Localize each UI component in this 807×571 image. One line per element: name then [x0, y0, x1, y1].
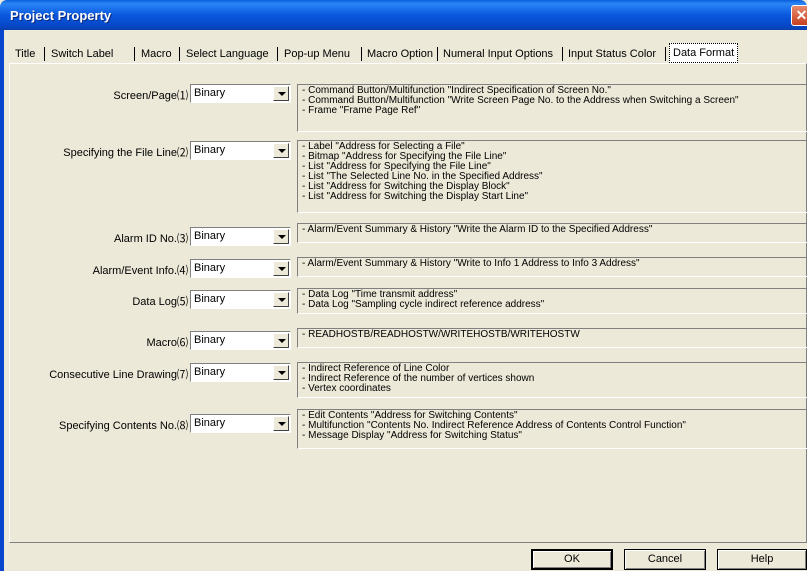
tab-strip: Title Switch Label Macro Select Language… [9, 43, 807, 65]
select-value: Binary [194, 366, 226, 378]
select-value: Binary [194, 293, 226, 305]
alarm-id-description: - Alarm/Event Summary & History "Write t… [297, 223, 807, 243]
ok-button[interactable]: OK [531, 549, 613, 570]
tab-separator [44, 47, 45, 61]
window-frame-left [0, 30, 4, 571]
window-title: Project Property [10, 8, 112, 23]
tab-separator [437, 47, 438, 61]
row-label-line-drawing: Consecutive Line Drawing⑺ [49, 369, 188, 381]
row-label-macro: Macro⑹ [146, 337, 188, 349]
tab-input-status-color[interactable]: Input Status Color [566, 45, 658, 63]
chevron-down-icon[interactable] [273, 292, 289, 307]
contents-no-description: - Edit Contents "Address for Switching C… [297, 409, 807, 449]
macro-description: - READHOSTB/READHOSTW/WRITEHOSTB/WRITEHO… [297, 328, 807, 348]
tab-macro[interactable]: Macro [139, 45, 174, 63]
chevron-down-icon[interactable] [273, 229, 289, 244]
select-value: Binary [194, 230, 226, 242]
tab-macro-option[interactable]: Macro Option [365, 45, 435, 63]
tab-title[interactable]: Title [13, 45, 37, 63]
line-drawing-format-select[interactable]: Binary [190, 363, 291, 382]
screen-page-description: - Command Button/Multifunction "Indirect… [297, 84, 807, 132]
screen-page-format-select[interactable]: Binary [190, 84, 291, 103]
row-label-data-log: Data Log⑸ [132, 296, 188, 308]
description-line: - Alarm/Event Summary & History "Write t… [302, 258, 640, 269]
line-drawing-description: - Indirect Reference of Line Color - Ind… [297, 362, 807, 398]
close-icon: ✕ [795, 7, 807, 23]
chevron-down-icon[interactable] [273, 261, 289, 276]
description-line: - Vertex coordinates [302, 383, 391, 394]
help-button[interactable]: Help [717, 549, 807, 570]
tab-data-format[interactable]: Data Format [669, 43, 739, 63]
file-line-description: - Label "Address for Selecting a File" -… [297, 140, 807, 213]
description-line: - READHOSTB/READHOSTW/WRITEHOSTB/WRITEHO… [302, 329, 580, 340]
tab-separator [179, 47, 180, 61]
row-label-screen-page: Screen/Page⑴ [113, 90, 188, 102]
macro-format-select[interactable]: Binary [190, 331, 291, 350]
contents-no-format-select[interactable]: Binary [190, 414, 291, 433]
alarm-event-info-format-select[interactable]: Binary [190, 259, 291, 278]
chevron-down-icon[interactable] [273, 143, 289, 158]
description-line: - Data Log "Sampling cycle indirect refe… [302, 299, 545, 310]
chevron-down-icon[interactable] [273, 365, 289, 380]
chevron-down-icon[interactable] [273, 86, 289, 101]
select-value: Binary [194, 144, 226, 156]
tab-select-language[interactable]: Select Language [184, 45, 271, 63]
chevron-down-icon[interactable] [273, 333, 289, 348]
title-bar: Project Property [0, 0, 807, 30]
cancel-button[interactable]: Cancel [624, 549, 706, 570]
chevron-down-icon[interactable] [273, 416, 289, 431]
description-line: - Alarm/Event Summary & History "Write t… [302, 224, 653, 235]
tab-separator [361, 47, 362, 61]
tab-separator [277, 47, 278, 61]
description-line: - Frame "Frame Page Ref" [302, 105, 421, 116]
close-button[interactable]: ✕ [791, 5, 807, 26]
tab-popup-menu[interactable]: Pop-up Menu [282, 45, 352, 63]
description-line: - List "Address for Switching the Displa… [302, 191, 529, 202]
tab-separator [562, 47, 563, 61]
description-line: - Message Display "Address for Switching… [302, 430, 522, 441]
row-label-file-line: Specifying the File Line⑵ [63, 147, 188, 159]
data-log-format-select[interactable]: Binary [190, 290, 291, 309]
select-value: Binary [194, 87, 226, 99]
row-label-alarm-id: Alarm ID No.⑶ [114, 233, 188, 245]
tab-separator [665, 47, 666, 61]
alarm-event-info-description: - Alarm/Event Summary & History "Write t… [297, 257, 807, 277]
row-label-alarm-event-info: Alarm/Event Info.⑷ [92, 265, 188, 277]
tab-separator [134, 47, 135, 61]
tab-numeral-input-options[interactable]: Numeral Input Options [441, 45, 555, 63]
select-value: Binary [194, 334, 226, 346]
data-log-description: - Data Log "Time transmit address" - Dat… [297, 288, 807, 314]
select-value: Binary [194, 417, 226, 429]
tab-switch-label[interactable]: Switch Label [49, 45, 115, 63]
row-label-contents-no: Specifying Contents No.⑻ [58, 420, 188, 432]
select-value: Binary [194, 262, 226, 274]
file-line-format-select[interactable]: Binary [190, 141, 291, 160]
alarm-id-format-select[interactable]: Binary [190, 227, 291, 246]
